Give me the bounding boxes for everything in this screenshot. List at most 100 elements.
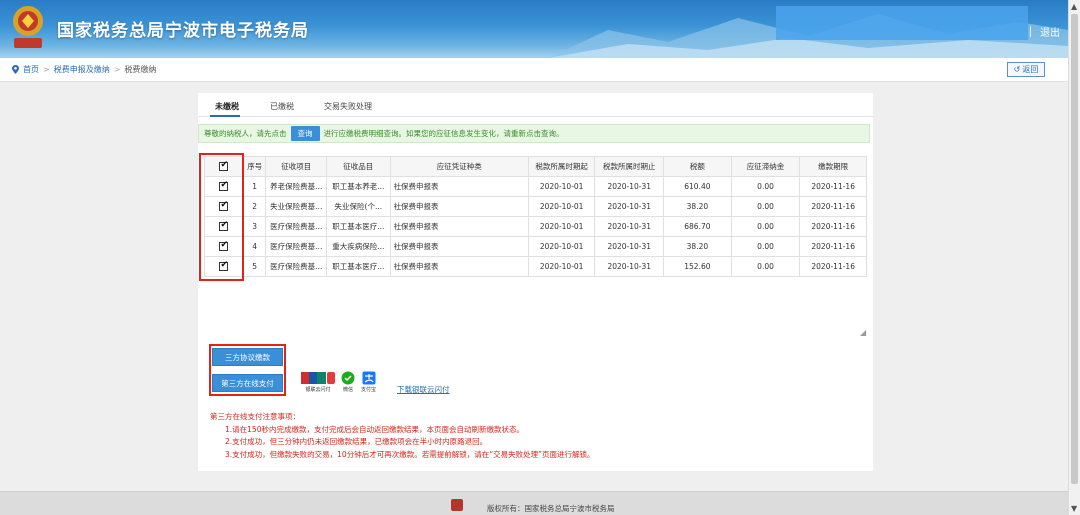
col-header: 税款所属时期止 (594, 156, 665, 177)
col-header: 征收品目 (326, 156, 391, 177)
row-start: 2020-10-01 (527, 236, 596, 257)
row-amount: 686.70 (663, 216, 732, 237)
notice-banner: 尊敬的纳税人，请先点击 查询 进行应缴税费明细查询。如果您的应征信息发生变化，请… (198, 124, 870, 143)
row-late-fee: 0.00 (730, 176, 801, 197)
breadcrumb-separator: > (43, 65, 50, 74)
breadcrumb-current: 税费缴纳 (124, 65, 157, 74)
row-start: 2020-10-01 (527, 176, 596, 197)
col-header: 缴款期限 (799, 156, 867, 177)
wechat-label: 微信 (342, 387, 353, 393)
unionpay-label: 银联云闪付 (305, 387, 331, 393)
row-deadline: 2020-11-16 (799, 196, 867, 217)
breadcrumb-separator: > (113, 65, 121, 74)
row-start: 2020-10-01 (527, 196, 596, 217)
alipay-label: 支付宝 (361, 387, 377, 393)
user-info-box (776, 6, 1028, 40)
row-end: 2020-10-31 (594, 196, 665, 217)
query-button[interactable]: 查询 (290, 126, 320, 141)
row-amount: 38.20 (663, 236, 732, 257)
site-header: 国家税务总局宁波市电子税务局 退出 (0, 0, 1068, 58)
tab-unpaid[interactable]: 未缴税 (215, 101, 239, 112)
main-panel: 未缴税 已缴税 交易失败处理 尊敬的纳税人，请先点击 查询 进行应缴税费明细查询… (198, 93, 873, 471)
col-header: 序号 (242, 156, 267, 177)
back-button-label: 返回 (1022, 65, 1039, 74)
row-end: 2020-10-31 (594, 176, 665, 197)
row-voucher: 社保费申报表 (389, 216, 529, 237)
breadcrumb-home[interactable]: 首页 (23, 64, 39, 75)
wechat-method[interactable]: 微信 (341, 371, 355, 393)
row-voucher: 社保费申报表 (389, 176, 529, 197)
wechat-icon (341, 371, 355, 385)
tab-failed-transactions[interactable]: 交易失败处理 (324, 101, 372, 112)
payment-notes: 第三方在线支付注意事项： 1.请在150秒内完成缴款，支付完成后会自动返回缴款结… (210, 411, 594, 461)
table-row[interactable]: 4 医疗保险费基... 重大疾病保险... 社保费申报表 2020-10-01 … (204, 236, 867, 257)
row-late-fee: 0.00 (730, 216, 801, 237)
row-subitem: 职工基本医疗... (326, 256, 391, 277)
notice-prefix: 尊敬的纳税人，请先点击 (204, 129, 287, 138)
row-subitem: 重大疾病保险... (326, 236, 391, 257)
header-divider (1030, 26, 1031, 37)
table-row[interactable]: 3 医疗保险费基... 职工基本医疗... 社保费申报表 2020-10-01 … (204, 216, 867, 237)
row-deadline: 2020-11-16 (799, 256, 867, 277)
payment-methods: 银联云闪付 微信 支付宝 (301, 371, 376, 393)
footer-emblem-icon (451, 499, 463, 511)
row-no: 1 (242, 176, 267, 197)
scrollbar-thumb[interactable] (1071, 14, 1078, 484)
payment-highlight-box (209, 344, 286, 396)
row-amount: 152.60 (663, 256, 732, 277)
checkbox-highlight-box (199, 153, 244, 281)
tax-emblem-icon[interactable] (8, 4, 48, 52)
row-start: 2020-10-01 (527, 216, 596, 237)
col-header: 税额 (663, 156, 732, 177)
site-title: 国家税务总局宁波市电子税务局 (57, 21, 309, 41)
resize-grip-icon[interactable]: ◢ (860, 328, 866, 337)
row-late-fee: 0.00 (730, 256, 801, 277)
row-item: 失业保险费基... (265, 196, 328, 217)
notice-suffix: 进行应缴税费明细查询。如果您的应征信息发生变化，请重新点击查询。 (323, 129, 564, 138)
table-row[interactable]: 2 失业保险费基... 失业保险(个... 社保费申报表 2020-10-01 … (204, 196, 867, 217)
return-arrow-icon: ↺ (1013, 65, 1021, 74)
row-item: 医疗保险费基... (265, 236, 328, 257)
row-item: 医疗保险费基... (265, 216, 328, 237)
table-row[interactable]: 5 医疗保险费基... 职工基本医疗... 社保费申报表 2020-10-01 … (204, 256, 867, 277)
tab-paid[interactable]: 已缴税 (270, 101, 294, 112)
note-item: 3.支付成功，但缴款失败的交易，10分钟后才可再次缴款。若需提前解锁，请在“交易… (225, 449, 595, 459)
tax-table: 序号 征收项目 征收品目 应征凭证种类 税款所属时期起 税款所属时期止 税额 应… (204, 156, 867, 277)
row-start: 2020-10-01 (527, 256, 596, 277)
row-no: 3 (242, 216, 267, 237)
note-item: 1.请在150秒内完成缴款，支付完成后会自动返回缴款结果，本页面会自动刷新缴款状… (225, 424, 524, 434)
tab-bar: 未缴税 已缴税 交易失败处理 (198, 93, 873, 117)
table-row[interactable]: 1 养老保险费基... 职工基本养老... 社保费申报表 2020-10-01 … (204, 176, 867, 197)
row-amount: 38.20 (663, 196, 732, 217)
alipay-icon (362, 371, 375, 385)
active-tab-indicator (210, 115, 240, 117)
breadcrumb: 首页 > 税费申报及缴纳 > 税费缴纳 (12, 64, 156, 75)
row-item: 医疗保险费基... (265, 256, 328, 277)
logout-link[interactable]: 退出 (1040, 24, 1060, 39)
row-late-fee: 0.00 (730, 236, 801, 257)
site-footer: 版权所有：国家税务总局宁波市税务局 (0, 491, 1068, 515)
unionpay-method[interactable]: 银联云闪付 (301, 371, 335, 393)
row-subitem: 职工基本医疗... (326, 216, 391, 237)
alipay-method[interactable]: 支付宝 (361, 371, 376, 393)
note-item: 2.支付成功，但三分钟内仍未返回缴款结果，已缴款项会在半小时内原路退回。 (225, 437, 488, 446)
scroll-down-icon[interactable]: ▼ (1071, 504, 1077, 513)
row-no: 5 (242, 256, 267, 277)
copyright-text: 版权所有：国家税务总局宁波市税务局 (487, 504, 615, 513)
row-end: 2020-10-31 (594, 256, 665, 277)
row-no: 2 (242, 196, 267, 217)
back-button[interactable]: ↺ 返回 (1007, 62, 1045, 77)
scroll-up-icon[interactable]: ▲ (1071, 2, 1077, 11)
row-voucher: 社保费申报表 (389, 236, 529, 257)
row-voucher: 社保费申报表 (389, 196, 529, 217)
unionpay-icon (301, 372, 335, 384)
row-end: 2020-10-31 (594, 216, 665, 237)
vertical-scrollbar[interactable]: ▲ ▼ (1068, 0, 1080, 515)
row-deadline: 2020-11-16 (799, 236, 867, 257)
breadcrumb-tax-declaration[interactable]: 税费申报及缴纳 (54, 64, 110, 75)
row-late-fee: 0.00 (730, 196, 801, 217)
row-no: 4 (242, 236, 267, 257)
row-deadline: 2020-11-16 (799, 176, 867, 197)
download-unionpay-link[interactable]: 下载银联云闪付 (397, 384, 450, 395)
col-header: 应征凭证种类 (389, 156, 529, 177)
